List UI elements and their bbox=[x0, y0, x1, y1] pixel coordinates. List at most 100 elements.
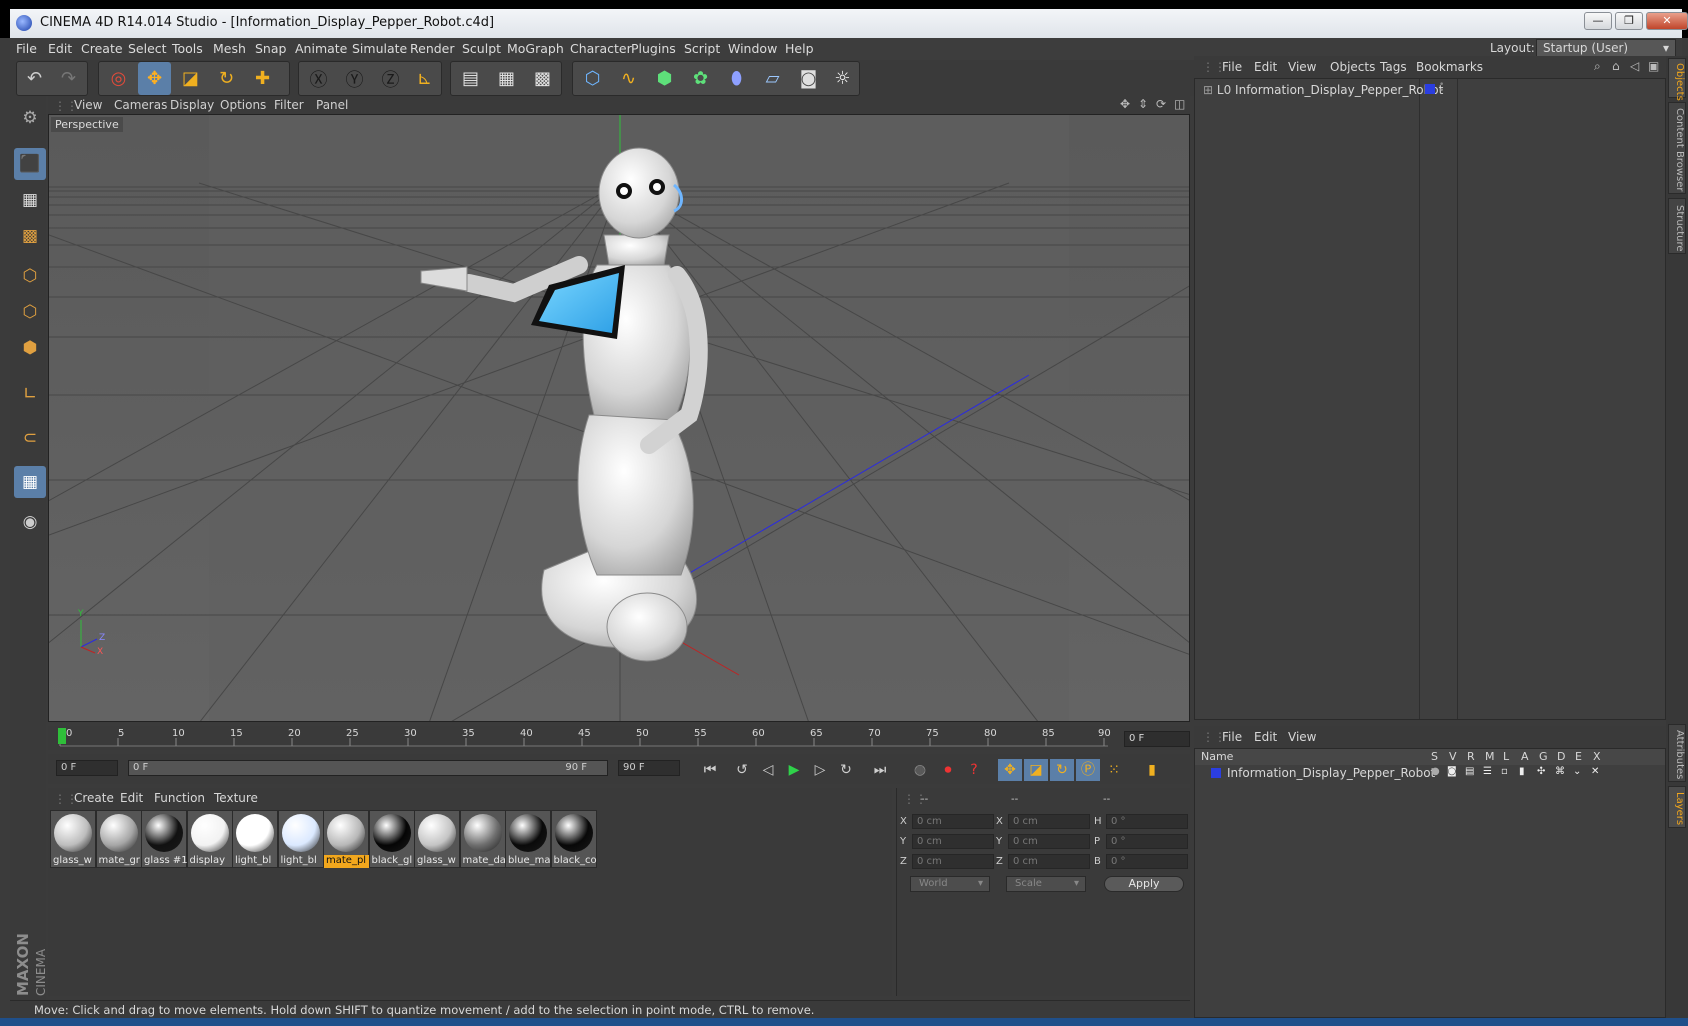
layer-color-swatch[interactable] bbox=[1211, 768, 1221, 778]
search-icon[interactable]: ⌕ bbox=[1594, 59, 1601, 74]
menu-help[interactable]: Help bbox=[785, 41, 814, 56]
material-swatch[interactable]: mate_da bbox=[459, 810, 506, 868]
objects-menu-edit[interactable]: Edit bbox=[1254, 60, 1277, 74]
coordinate-mode-select[interactable]: Scale ▾ bbox=[1006, 876, 1086, 892]
viewport-move-icon[interactable]: ✥ bbox=[1120, 97, 1130, 111]
minimize-button[interactable]: — bbox=[1584, 12, 1612, 30]
rotation-field[interactable]: 0 ° bbox=[1106, 854, 1188, 869]
keyframe-selection-icon[interactable]: ? bbox=[962, 759, 986, 781]
spline-icon[interactable]: ∿ bbox=[612, 62, 645, 95]
menu-mograph[interactable]: MoGraph bbox=[507, 41, 564, 56]
step-forward-icon[interactable]: ▷ bbox=[808, 759, 832, 781]
objects-menu-view[interactable]: View bbox=[1288, 60, 1316, 74]
cube-icon[interactable]: ⬡ bbox=[576, 62, 609, 95]
layer-solo-icon[interactable]: ● bbox=[1431, 766, 1440, 777]
object-name[interactable]: Information_Display_Pepper_Robot bbox=[1235, 83, 1443, 97]
current-frame-field[interactable]: 0 F bbox=[1124, 731, 1190, 747]
material-swatch[interactable]: light_bl bbox=[232, 810, 278, 868]
material-menu-texture[interactable]: Texture bbox=[214, 791, 258, 805]
menu-simulate[interactable]: Simulate bbox=[352, 41, 407, 56]
material-swatch[interactable]: light_bl bbox=[277, 810, 324, 868]
size-field[interactable]: 0 cm bbox=[1008, 814, 1090, 829]
x-axis-icon[interactable]: Ⓧ bbox=[302, 62, 335, 95]
edges-mode-icon[interactable]: ⬡ bbox=[14, 296, 46, 328]
undo-icon[interactable]: ↶ bbox=[18, 62, 51, 95]
layer-col-g[interactable]: G bbox=[1539, 750, 1548, 763]
tab-attributes[interactable]: Attributes bbox=[1668, 724, 1686, 782]
points-mode-icon[interactable]: ⬡ bbox=[14, 260, 46, 292]
scale-icon[interactable]: ◪ bbox=[174, 62, 207, 95]
nurbs-icon[interactable]: ⬢ bbox=[648, 62, 681, 95]
visibility-dots-icon[interactable]: • • bbox=[1439, 81, 1444, 96]
goto-prev-key-icon[interactable]: ↺ bbox=[730, 759, 754, 781]
layer-generators-icon[interactable]: ✣ bbox=[1537, 766, 1545, 777]
layer-xref-icon[interactable]: ✕ bbox=[1591, 766, 1599, 777]
viewport-menu-display[interactable]: Display bbox=[170, 98, 214, 112]
menu-edit[interactable]: Edit bbox=[48, 41, 72, 56]
layer-col-v[interactable]: V bbox=[1449, 750, 1457, 763]
apply-button[interactable]: Apply bbox=[1104, 876, 1184, 892]
menu-plugins[interactable]: Plugins bbox=[631, 41, 676, 56]
menu-character[interactable]: Character bbox=[570, 41, 632, 56]
add-icon[interactable]: ✚ bbox=[246, 62, 279, 95]
layer-name[interactable]: Information_Display_Pepper_Robot bbox=[1227, 766, 1435, 780]
menu-snap[interactable]: Snap bbox=[255, 41, 286, 56]
redo-icon[interactable]: ↷ bbox=[52, 62, 85, 95]
viewport-menu-view[interactable]: View bbox=[74, 98, 102, 112]
step-back-icon[interactable]: ◁ bbox=[756, 759, 780, 781]
polygons-mode-icon[interactable]: ⬢ bbox=[14, 332, 46, 364]
viewport-menu-panel[interactable]: Panel bbox=[316, 98, 348, 112]
material-menu-edit[interactable]: Edit bbox=[120, 791, 143, 805]
layer-col-a[interactable]: A bbox=[1521, 750, 1529, 763]
floor-icon[interactable]: ▱ bbox=[756, 62, 789, 95]
layer-manager-icon[interactable]: ☰ bbox=[1483, 766, 1492, 777]
layer-col-name[interactable]: Name bbox=[1201, 750, 1233, 763]
viewport-menu-filter[interactable]: Filter bbox=[274, 98, 304, 112]
home-icon[interactable]: ⌂ bbox=[1612, 59, 1620, 73]
start-frame-field[interactable]: 0 F bbox=[56, 760, 118, 776]
material-menu-create[interactable]: Create bbox=[74, 791, 114, 805]
material-swatch[interactable]: mate_pl bbox=[323, 810, 370, 868]
layer-render-icon[interactable]: ▤ bbox=[1465, 766, 1474, 777]
menu-mesh[interactable]: Mesh bbox=[213, 41, 246, 56]
layer-lock-icon[interactable]: ▫ bbox=[1501, 766, 1508, 777]
layer-col-m[interactable]: M bbox=[1485, 750, 1495, 763]
maximize-button[interactable]: ❐ bbox=[1615, 12, 1643, 30]
tab-objects[interactable]: Objects bbox=[1668, 58, 1686, 101]
position-field[interactable]: 0 cm bbox=[912, 814, 994, 829]
back-icon[interactable]: ◁ bbox=[1630, 59, 1639, 73]
size-field[interactable]: 0 cm bbox=[1008, 834, 1090, 849]
objects-menu-tags[interactable]: Tags bbox=[1380, 60, 1407, 74]
menu-script[interactable]: Script bbox=[684, 41, 720, 56]
layers-menu-view[interactable]: View bbox=[1288, 730, 1316, 744]
z-axis-icon[interactable]: Ⓩ bbox=[374, 62, 407, 95]
material-swatch[interactable]: blue_ma bbox=[505, 810, 551, 868]
material-swatch[interactable]: glass_w bbox=[50, 810, 96, 868]
axis-mode-icon[interactable]: ∟ bbox=[14, 378, 46, 410]
layer-col-e[interactable]: E bbox=[1575, 750, 1582, 763]
rotation-field[interactable]: 0 ° bbox=[1106, 834, 1188, 849]
key-position-icon[interactable]: ✥ bbox=[998, 759, 1022, 781]
timeline-window-icon[interactable]: ▮ bbox=[1140, 759, 1164, 781]
menu-create[interactable]: Create bbox=[81, 41, 123, 56]
make-editable-icon[interactable]: ⚙ bbox=[14, 102, 46, 134]
record-keys-icon[interactable]: ◍ bbox=[908, 759, 932, 781]
tab-layers[interactable]: Layers bbox=[1668, 786, 1686, 828]
material-menu-function[interactable]: Function bbox=[154, 791, 205, 805]
material-swatch[interactable]: mate_gr bbox=[95, 810, 142, 868]
menu-render[interactable]: Render bbox=[410, 41, 455, 56]
play-icon[interactable]: ▶ bbox=[782, 759, 806, 781]
object-row[interactable]: ⊞ L0 Information_Display_Pepper_Robot bbox=[1203, 83, 1443, 97]
layer-col-d[interactable]: D bbox=[1557, 750, 1565, 763]
menu-select[interactable]: Select bbox=[128, 41, 167, 56]
move-icon[interactable]: ✥ bbox=[138, 62, 171, 95]
key-rotation-icon[interactable]: ↻ bbox=[1050, 759, 1074, 781]
goto-next-key-icon[interactable]: ↻ bbox=[834, 759, 858, 781]
menu-tools[interactable]: Tools bbox=[172, 41, 203, 56]
key-pla-icon[interactable]: ⁙ bbox=[1102, 759, 1126, 781]
viewport-menu-cameras[interactable]: Cameras bbox=[114, 98, 167, 112]
goto-start-icon[interactable]: ⏮ bbox=[698, 759, 722, 781]
material-swatch[interactable]: black_co bbox=[550, 810, 597, 868]
position-field[interactable]: 0 cm bbox=[912, 854, 994, 869]
coordinate-system-icon[interactable]: ⊾ bbox=[408, 62, 441, 95]
